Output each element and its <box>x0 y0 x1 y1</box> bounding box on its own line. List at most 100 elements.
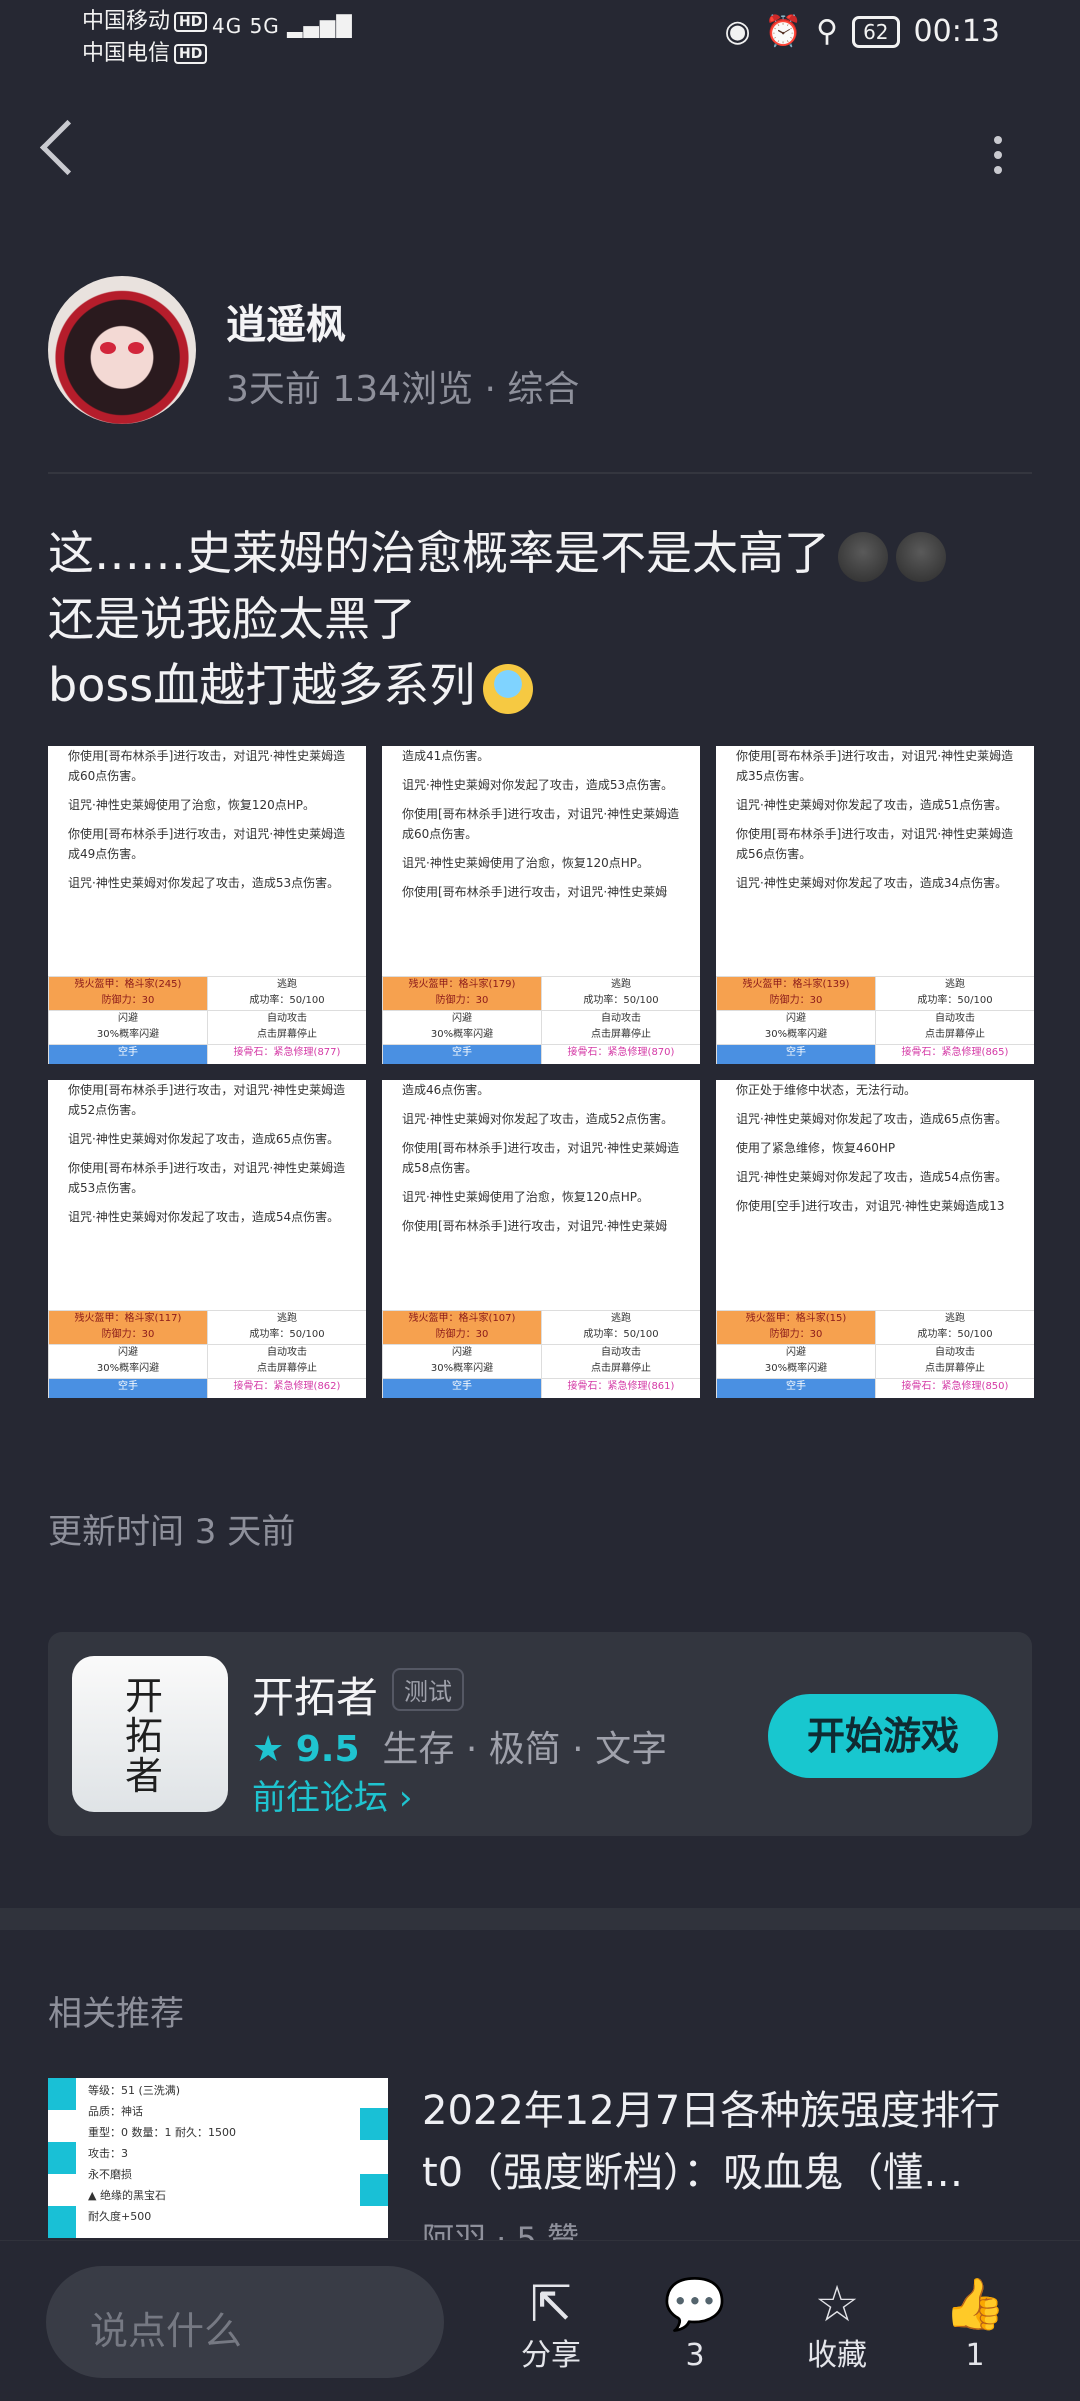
post-line-1: 这……史莱姆的治愈概率是不是太高了 <box>48 526 830 580</box>
dodge-option: 闪避 30%概率闪避 <box>382 1010 541 1044</box>
armor-status-text: 残火盔甲：格斗家(117) <box>74 1313 182 1324</box>
armor-status-text: 防御力：30 <box>101 995 155 1006</box>
game-icon[interactable]: 开拓者 <box>72 1656 228 1812</box>
auto-attack-option-text: 点击屏幕停止 <box>257 1363 317 1374</box>
signal-icon: 4G 5G ▂▄▆█ <box>212 14 353 38</box>
battery-icon: 62 <box>852 15 900 48</box>
battle-log-line: 造成41点伤害。 <box>402 749 490 763</box>
armor-status: 残火盔甲：格斗家(15) 防御力：30 <box>716 1310 875 1344</box>
post-image[interactable]: 你正处于维修中状态，无法行动。 诅咒·神性史莱姆对你发起了攻击，造成65点伤害。使… <box>716 1080 1034 1398</box>
smirk-emoji-icon <box>838 531 888 582</box>
scream-emoji-icon <box>483 663 534 714</box>
thumbs-up-icon: 👍 <box>943 2275 1007 2333</box>
update-time: 更新时间 3 天前 <box>48 1512 296 1552</box>
battle-log: 造成46点伤害。 诅咒·神性史莱姆对你发起了攻击，造成52点伤害。 你使用[哥布林杀… <box>402 1080 690 1245</box>
escape-option: 逃跑 成功率：50/100 <box>207 976 366 1010</box>
comment-input[interactable]: 说点什么 <box>46 2266 444 2378</box>
comment-placeholder: 说点什么 <box>90 2309 243 2353</box>
thumb-text-line: 等级：51 (三洗满) <box>88 2084 181 2097</box>
recommend-thumbnail[interactable]: 等级：51 (三洗满) 品质：神话 重型：0 数量：1 耐久：1500 攻击：3 永不磨… <box>48 2078 388 2238</box>
favorite-button[interactable]: ☆ 收藏 <box>782 2272 892 2376</box>
game-name[interactable]: 开拓者 <box>252 1664 378 1725</box>
repair-item-text: 接骨石：紧急修理(862) <box>233 1381 341 1392</box>
weapon-slot: 空手 <box>382 1044 541 1064</box>
escape-option-text: 成功率：50/100 <box>917 995 993 1006</box>
dodge-option-text: 闪避 <box>786 1013 806 1024</box>
hd-badge: HD <box>174 12 208 32</box>
dodge-option-text: 30%概率闪避 <box>764 1363 828 1374</box>
carrier-info: 中国移动 HD 中国电信 HD <box>82 6 208 70</box>
share-button[interactable]: ⇱ 分享 <box>496 2272 606 2376</box>
star-icon: ★ <box>252 1729 285 1770</box>
back-icon[interactable] <box>39 119 96 176</box>
escape-option-text: 成功率：50/100 <box>249 995 325 1006</box>
battle-log-line: 诅咒·神性史莱姆对你发起了攻击，造成65点伤害。 <box>68 1132 340 1146</box>
view-count: 134浏览 <box>332 369 474 410</box>
post-image[interactable]: 你使用[哥布林杀手]进行攻击，对诅咒·神性史莱姆造成52点伤害。 诅咒·神性史莱姆… <box>48 1080 366 1398</box>
battle-log-line: 诅咒·神性史莱姆对你发起了攻击，造成54点伤害。 <box>68 1210 340 1224</box>
auto-attack-option-text: 自动攻击 <box>601 1013 641 1024</box>
weapon-slot-text: 空手 <box>786 1047 806 1058</box>
forum-link[interactable]: 前往论坛 › <box>252 1770 412 1819</box>
armor-status-text: 防御力：30 <box>769 995 823 1006</box>
section-separator <box>0 1908 1080 1930</box>
auto-attack-option-text: 点击屏幕停止 <box>257 1029 317 1040</box>
battle-log-line: 你使用[哥布林杀手]进行攻击，对诅咒·神性史莱姆造成60点伤害。 <box>68 749 346 783</box>
like-button[interactable]: 👍 1 <box>920 2272 1030 2376</box>
clock: 00:13 <box>913 14 1000 49</box>
weapon-slot-text: 空手 <box>118 1381 138 1392</box>
battle-log: 你使用[哥布林杀手]进行攻击，对诅咒·神性史莱姆造成35点伤害。 诅咒·神性史莱姆… <box>736 746 1024 902</box>
armor-status: 残火盔甲：格斗家(139) 防御力：30 <box>716 976 875 1010</box>
battle-log-line: 你使用[哥布林杀手]进行攻击，对诅咒·神性史莱姆造成60点伤害。 <box>402 807 680 841</box>
hd-badge: HD <box>174 44 208 64</box>
dodge-option-text: 30%概率闪避 <box>430 1029 494 1040</box>
battle-log-line: 诅咒·神性史莱姆使用了治愈，恢复120点HP。 <box>402 1190 649 1204</box>
dodge-option: 闪避 30%概率闪避 <box>382 1344 541 1378</box>
post-line-2: 还是说我脸太黑了 <box>48 592 416 646</box>
battle-log-line: 诅咒·神性史莱姆对你发起了攻击，造成53点伤害。 <box>402 778 674 792</box>
smirk-emoji-icon <box>896 531 946 582</box>
repair-item-text: 接骨石：紧急修理(861) <box>567 1381 675 1392</box>
escape-option-text: 逃跑 <box>945 979 965 990</box>
chevron-right-icon: › <box>398 1778 413 1818</box>
post-image[interactable]: 造成41点伤害。诅咒·神性史莱姆对你发起了攻击，造成53点伤害。你使用[哥布林杀… <box>382 746 700 1064</box>
play-button[interactable]: 开始游戏 <box>768 1694 998 1778</box>
battle-controls: 残火盔甲：格斗家(15) 防御力：30 逃跑 成功率：50/100 闪避 30%概率闪避 自… <box>716 1310 1034 1398</box>
avatar[interactable] <box>48 276 196 424</box>
battle-log-line: 诅咒·神性史莱姆对你发起了攻击，造成65点伤害。 <box>736 1112 1008 1126</box>
thumb-text-line: 重型：0 数量：1 耐久：1500 <box>88 2126 236 2139</box>
auto-attack-option-text: 自动攻击 <box>935 1013 975 1024</box>
recommend-title: 相关推荐 <box>48 1994 184 2034</box>
carrier-2: 中国电信 <box>82 41 171 66</box>
armor-status: 残火盔甲：格斗家(107) 防御力：30 <box>382 1310 541 1344</box>
armor-status-text: 残火盔甲：格斗家(15) <box>745 1313 847 1324</box>
battle-log-line: 你使用[哥布林杀手]进行攻击，对诅咒·神性史莱姆造成35点伤害。 <box>736 749 1014 783</box>
dodge-option-text: 30%概率闪避 <box>430 1363 494 1374</box>
post-image[interactable]: 造成46点伤害。 诅咒·神性史莱姆对你发起了攻击，造成52点伤害。 你使用[哥布林杀… <box>382 1080 700 1398</box>
battle-log: 你正处于维修中状态，无法行动。 诅咒·神性史莱姆对你发起了攻击，造成65点伤害。使… <box>736 1080 1024 1225</box>
dodge-option-text: 闪避 <box>786 1347 806 1358</box>
comment-icon: 💬 <box>663 2275 727 2333</box>
repair-item: 接骨石：紧急修理(877) <box>207 1044 366 1064</box>
post-image[interactable]: 你使用[哥布林杀手]进行攻击，对诅咒·神性史莱姆造成35点伤害。 诅咒·神性史莱姆… <box>716 746 1034 1064</box>
author-name[interactable]: 逍遥枫 <box>226 292 346 350</box>
recommend-item-title[interactable]: 2022年12月7日各种族强度排行t0（强度断档）：吸血鬼（懂… <box>422 2080 1022 2204</box>
battle-log-line: 你使用[哥布林杀手]进行攻击，对诅咒·神性史莱姆 <box>402 1219 668 1233</box>
battle-log-line: 使用了紧急维修，恢复460HP <box>736 1141 896 1155</box>
post-image[interactable]: 你使用[哥布林杀手]进行攻击，对诅咒·神性史莱姆造成60点伤害。诅咒·神性史莱姆… <box>48 746 366 1064</box>
escape-option: 逃跑 成功率：50/100 <box>875 1310 1034 1344</box>
post-meta: 3天前 134浏览 · 综合 <box>226 369 580 410</box>
auto-attack-option-text: 自动攻击 <box>267 1347 307 1358</box>
auto-attack-option: 自动攻击 点击屏幕停止 <box>541 1344 700 1378</box>
auto-attack-option: 自动攻击 点击屏幕停止 <box>541 1010 700 1044</box>
battle-log-line: 诅咒·神性史莱姆使用了治愈，恢复120点HP。 <box>68 798 315 812</box>
comment-button[interactable]: 💬 3 <box>640 2272 750 2376</box>
armor-status-text: 防御力：30 <box>435 995 489 1006</box>
dodge-option: 闪避 30%概率闪避 <box>716 1010 875 1044</box>
auto-attack-option: 自动攻击 点击屏幕停止 <box>875 1010 1034 1044</box>
game-tag: 测试 <box>392 1668 464 1711</box>
dodge-option-text: 闪避 <box>452 1347 472 1358</box>
eye-icon: ◉ <box>724 14 751 49</box>
dodge-option-text: 闪避 <box>118 1013 138 1024</box>
more-menu-icon[interactable] <box>994 136 1002 181</box>
